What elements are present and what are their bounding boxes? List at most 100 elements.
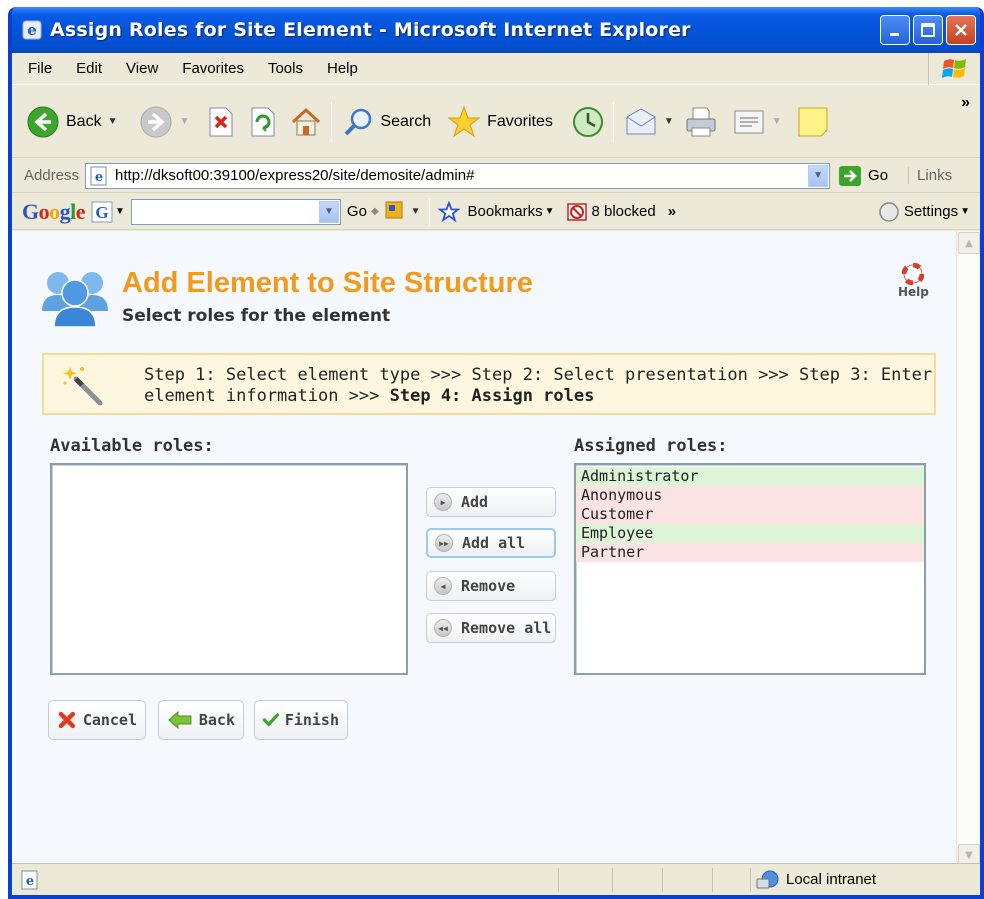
googlebar-separator xyxy=(428,198,430,225)
minimize-icon xyxy=(890,33,899,36)
scroll-up-icon[interactable]: ▲ xyxy=(958,232,980,254)
settings-icon xyxy=(879,201,899,222)
list-item[interactable]: Employee xyxy=(576,524,924,543)
address-label: Address xyxy=(24,167,80,184)
mail-dropdown-icon[interactable]: ▼ xyxy=(664,116,674,127)
media-button[interactable] xyxy=(571,105,605,139)
popup-blocker-icon[interactable] xyxy=(383,199,405,225)
bookmarks-menu[interactable]: Bookmarks xyxy=(468,203,543,220)
search-button[interactable]: Search xyxy=(342,106,431,138)
svg-text:e: e xyxy=(27,21,37,39)
address-url: http://dksoft00:39100/express20/site/dem… xyxy=(115,167,475,184)
assigned-roles-list[interactable]: Administrator Anonymous Customer Employe… xyxy=(574,463,926,675)
rewind-icon: ◀◀ xyxy=(434,619,452,637)
minimize-button[interactable] xyxy=(880,15,910,45)
menu-favorites[interactable]: Favorites xyxy=(182,60,244,77)
menu-tools[interactable]: Tools xyxy=(268,60,303,77)
windows-logo xyxy=(928,53,980,85)
status-bar: e Local intranet xyxy=(12,863,980,895)
menu-help[interactable]: Help xyxy=(327,60,358,77)
settings-button[interactable]: Settings ▼ xyxy=(878,201,970,223)
help-link[interactable]: Help xyxy=(898,263,929,299)
left-arrow-icon xyxy=(168,710,192,730)
mail-button[interactable]: ▼ xyxy=(624,107,674,137)
window-title: Assign Roles for Site Element - Microsof… xyxy=(50,19,691,41)
google-toolbar: Google G ▼ ▼ Go ◆ ▼ Bookmarks ▼ 8 blocke… xyxy=(12,194,980,230)
mail-icon xyxy=(626,107,656,134)
menu-file[interactable]: File xyxy=(28,60,52,77)
stop-button[interactable] xyxy=(207,106,235,138)
fast-forward-icon: ▶▶ xyxy=(435,534,453,552)
wizard-steps-text: Step 1: Select element type >>> Step 2: … xyxy=(144,365,933,406)
refresh-button[interactable] xyxy=(249,106,277,138)
list-item[interactable]: Administrator xyxy=(576,467,924,486)
back-dropdown-icon[interactable]: ▼ xyxy=(108,116,118,127)
available-roles-list[interactable] xyxy=(50,463,408,675)
google-menu-button[interactable]: G ▼ xyxy=(91,201,125,223)
cancel-button[interactable]: Cancel xyxy=(48,700,146,740)
popups-blocked-count[interactable]: 8 blocked xyxy=(591,203,655,220)
users-icon xyxy=(42,272,108,328)
google-go-button[interactable]: Go xyxy=(347,203,367,220)
lifebuoy-icon xyxy=(902,263,925,285)
address-input[interactable]: e http://dksoft00:39100/express20/site/d… xyxy=(85,162,831,189)
bookmarks-dropdown-icon: ▼ xyxy=(544,206,555,217)
google-search-dropdown-icon[interactable]: ▼ xyxy=(318,200,339,223)
vertical-scrollbar[interactable]: ▲ ▼ xyxy=(956,231,980,867)
list-item[interactable]: Customer xyxy=(576,505,924,524)
forward-arrow-icon xyxy=(140,106,172,137)
go-button[interactable]: Go xyxy=(838,165,888,187)
stop-icon xyxy=(209,107,233,136)
note-icon xyxy=(798,107,828,136)
menu-edit[interactable]: Edit xyxy=(76,60,102,77)
remove-all-button[interactable]: ◀◀ Remove all xyxy=(426,613,556,643)
security-zone[interactable]: Local intranet xyxy=(756,869,876,891)
refresh-icon xyxy=(251,107,275,136)
home-button[interactable] xyxy=(289,105,323,139)
history-icon xyxy=(572,106,603,137)
zone-label: Local intranet xyxy=(786,871,877,888)
title-bar: e Assign Roles for Site Element - Micros… xyxy=(12,7,980,53)
windows-flag-icon xyxy=(941,59,966,78)
address-bar: Address e http://dksoft00:39100/express2… xyxy=(12,159,980,193)
play-icon: ▶ xyxy=(434,493,452,511)
google-logo[interactable]: Google xyxy=(22,199,86,225)
list-item[interactable]: Anonymous xyxy=(576,486,924,505)
play-back-icon: ◀ xyxy=(434,577,452,595)
menu-bar: File Edit View Favorites Tools Help xyxy=(12,53,980,85)
toolbar-chevron[interactable]: » xyxy=(961,94,970,112)
go-arrow-icon xyxy=(839,165,862,186)
remove-button[interactable]: ◀ Remove xyxy=(426,571,556,601)
toolbar-separator xyxy=(331,101,333,142)
google-g-icon: G xyxy=(91,201,113,222)
bookmark-star-icon xyxy=(437,200,460,222)
printer-icon xyxy=(686,107,716,136)
puzzle-dropdown-icon[interactable]: ▼ xyxy=(411,206,421,217)
back-button[interactable]: Back ▼ xyxy=(26,105,117,139)
favorites-button[interactable]: Favorites xyxy=(447,105,553,139)
discuss-button[interactable] xyxy=(796,105,830,139)
magic-wand-icon xyxy=(63,367,103,406)
print-button[interactable] xyxy=(684,105,718,139)
edit-button[interactable]: ▼ xyxy=(732,107,782,137)
page-icon: e xyxy=(90,166,107,185)
googlebar-more[interactable]: » xyxy=(668,203,676,220)
add-all-button[interactable]: ▶▶ Add all xyxy=(426,528,556,558)
maximize-button[interactable] xyxy=(913,15,943,45)
scroll-handle-icon: ◆ xyxy=(370,206,379,217)
standard-toolbar: Back ▼ ▼ Search Favorites ▼ ▼ » xyxy=(12,86,980,158)
add-button[interactable]: ▶ Add xyxy=(426,487,556,517)
list-item[interactable]: Partner xyxy=(576,543,924,562)
close-window-button[interactable] xyxy=(946,15,976,45)
links-toolbar[interactable]: Links xyxy=(908,167,952,184)
finish-button[interactable]: Finish xyxy=(254,700,348,740)
puzzle-icon xyxy=(385,201,403,218)
address-dropdown-icon[interactable]: ▼ xyxy=(808,164,829,187)
google-search-input[interactable]: ▼ xyxy=(130,198,341,225)
available-roles-label: Available roles: xyxy=(50,436,214,456)
forward-button[interactable]: ▼ xyxy=(139,105,189,139)
maximize-icon xyxy=(921,23,935,37)
back-wizard-button[interactable]: Back xyxy=(158,700,244,740)
menu-view[interactable]: View xyxy=(126,60,158,77)
svg-text:e: e xyxy=(95,170,103,185)
